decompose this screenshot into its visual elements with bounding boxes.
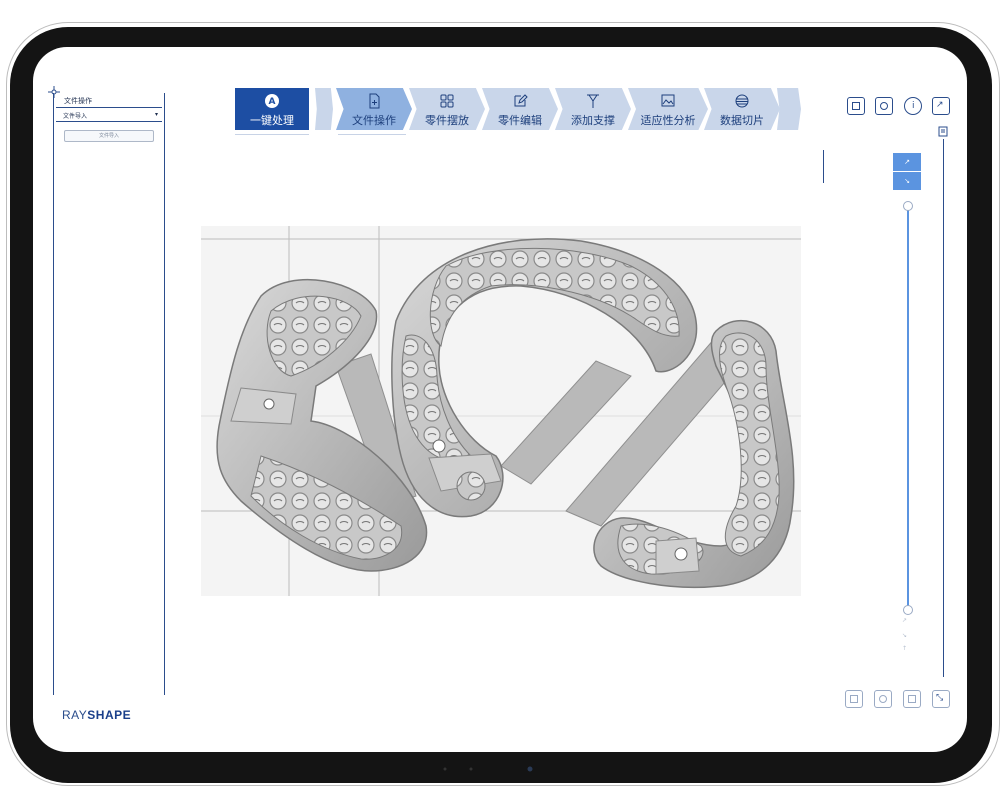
edit-icon bbox=[514, 94, 528, 107]
step-spacer bbox=[315, 88, 333, 130]
tool-underline bbox=[235, 134, 309, 135]
slider-arrow: ↗ bbox=[902, 617, 908, 624]
tab-data-slicing[interactable]: 数据切片 bbox=[704, 88, 780, 130]
clipboard-icon[interactable] bbox=[938, 125, 948, 137]
file-import-button[interactable]: 文件导入 bbox=[64, 130, 154, 142]
tab-part-edit[interactable]: 零件编辑 bbox=[482, 88, 558, 130]
layer-slider-bottom-thumb[interactable] bbox=[903, 605, 913, 615]
zoom-in-button[interactable]: ↗ bbox=[893, 153, 921, 171]
file-add-icon bbox=[369, 93, 380, 109]
auto-icon: A bbox=[265, 94, 279, 108]
tab-adaptability-analysis[interactable]: 适应性分析 bbox=[628, 88, 708, 130]
info-icon[interactable]: i bbox=[904, 97, 922, 115]
layer-slider-track[interactable] bbox=[907, 207, 909, 611]
file-operations-panel: 文件操作 文件导入 ▾ 文件导入 bbox=[53, 93, 165, 695]
device-sensors bbox=[443, 766, 533, 772]
panel-title: 文件操作 bbox=[64, 97, 92, 105]
cursor-line bbox=[823, 150, 824, 183]
tab-label: 数据切片 bbox=[720, 114, 764, 127]
layers-icon bbox=[735, 94, 749, 108]
layer-slider-thumb[interactable] bbox=[903, 201, 913, 211]
tab-file-operations[interactable]: 文件操作 bbox=[336, 88, 412, 130]
brand-part1: RAY bbox=[62, 708, 88, 722]
slider-arrow: ↘ bbox=[902, 632, 908, 639]
focus-icon[interactable] bbox=[874, 690, 892, 708]
tab-label: 零件编辑 bbox=[498, 114, 542, 127]
grid-icon bbox=[440, 94, 454, 108]
divider bbox=[56, 121, 162, 122]
brand-part2: SHAPE bbox=[87, 708, 132, 722]
tab-label: 适应性分析 bbox=[640, 114, 696, 127]
transform-icon[interactable]: ⤡ bbox=[932, 690, 950, 708]
build-plate-view[interactable] bbox=[201, 226, 801, 596]
right-panel-border bbox=[943, 139, 944, 677]
image-analysis-icon bbox=[661, 94, 675, 107]
platform-view-icon[interactable] bbox=[903, 690, 921, 708]
support-icon bbox=[587, 94, 599, 108]
step-spacer bbox=[777, 88, 801, 130]
file-import-select[interactable]: 文件导入 ▾ bbox=[63, 111, 158, 120]
tab-label: 文件操作 bbox=[352, 114, 396, 127]
zoom-out-button[interactable]: ↘ bbox=[893, 172, 921, 190]
tab-add-support[interactable]: 添加支撑 bbox=[555, 88, 631, 130]
tab-part-placement[interactable]: 零件摆放 bbox=[409, 88, 485, 130]
tab-label: 添加支撑 bbox=[571, 114, 615, 127]
one-click-label: 一键处理 bbox=[250, 114, 294, 127]
3d-viewport[interactable] bbox=[201, 226, 801, 596]
one-click-process-button[interactable]: A 一键处理 bbox=[235, 88, 309, 130]
divider bbox=[56, 107, 162, 108]
settings-icon[interactable] bbox=[875, 97, 893, 115]
slider-arrow: ↑ bbox=[902, 645, 908, 652]
tab-label: 零件摆放 bbox=[425, 114, 469, 127]
fit-view-icon[interactable] bbox=[845, 690, 863, 708]
print-icon[interactable] bbox=[847, 97, 865, 115]
select-value: 文件导入 bbox=[63, 113, 88, 120]
chevron-down-icon: ▾ bbox=[154, 111, 158, 118]
export-icon[interactable]: ↗ bbox=[932, 97, 950, 115]
tool-underline bbox=[338, 134, 406, 135]
app-screen: 文件操作 文件导入 ▾ 文件导入 RAYSHAPE A 一键处理 文件操作 零件… bbox=[33, 47, 967, 752]
brand-logo: RAYSHAPE bbox=[62, 708, 131, 722]
